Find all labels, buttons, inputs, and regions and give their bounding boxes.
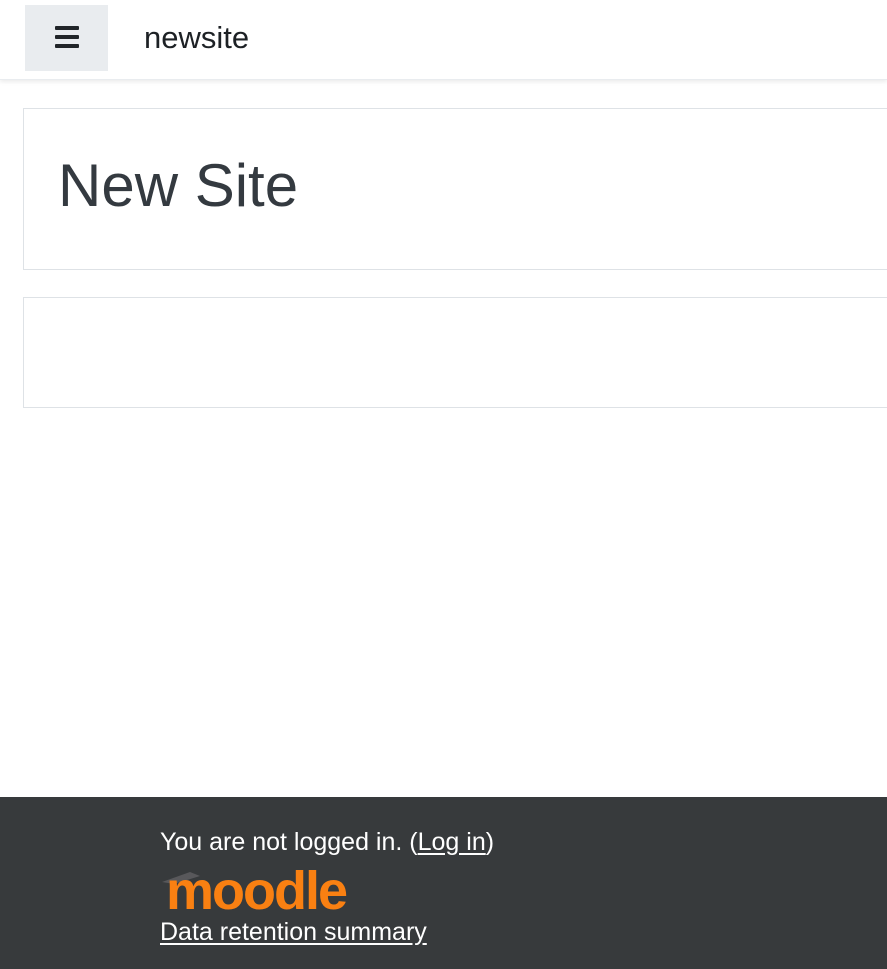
login-info: You are not logged in. (Log in) bbox=[160, 825, 494, 859]
page-footer: You are not logged in. (Log in) moodle D… bbox=[0, 797, 887, 969]
data-retention-summary-link[interactable]: Data retention summary bbox=[160, 915, 427, 949]
main-content-card bbox=[23, 297, 887, 408]
moodle-logo-text: moodle bbox=[166, 862, 347, 914]
drawer-toggle-button[interactable] bbox=[25, 5, 108, 71]
hamburger-icon bbox=[54, 25, 79, 51]
login-link[interactable]: Log in bbox=[418, 828, 486, 856]
top-navbar: newsite bbox=[0, 0, 887, 80]
login-info-suffix: ) bbox=[485, 828, 495, 856]
site-name-link[interactable]: newsite bbox=[144, 18, 249, 58]
page-header-card: New Site bbox=[23, 108, 887, 270]
moodle-logo[interactable]: moodle bbox=[160, 861, 354, 921]
login-info-text: You are not logged in. ( bbox=[160, 828, 418, 856]
page-title: New Site bbox=[58, 152, 299, 219]
